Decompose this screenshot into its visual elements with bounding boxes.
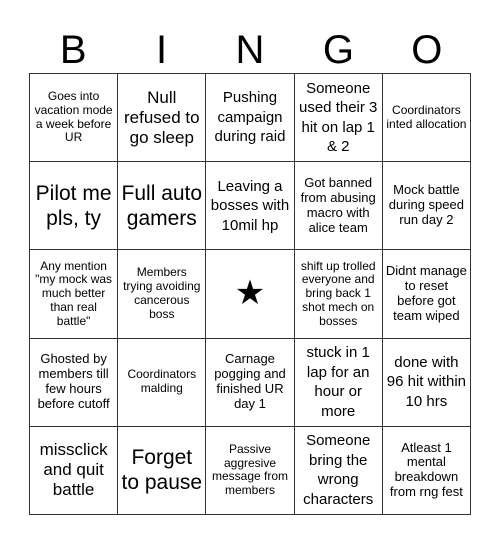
bingo-cell-r3c1[interactable]: Any mention "my mock was much better tha… — [30, 250, 119, 339]
bingo-card: Goes into vacation mode a week before UR… — [29, 73, 471, 515]
bingo-cell-r4c5[interactable]: done with 96 hit within 10 hrs — [382, 338, 471, 427]
header-letter-b: B — [59, 28, 87, 72]
bingo-cell-r4c3[interactable]: Carnage pogging and finished UR day 1 — [206, 338, 295, 427]
bingo-cell-r4c2[interactable]: Coordinators malding — [118, 338, 207, 427]
header-letter-i: I — [156, 28, 168, 72]
bingo-cell-r2c1[interactable]: Pilot me pls, ty — [30, 162, 119, 251]
bingo-cell-r2c5[interactable]: Mock battle during speed run day 2 — [382, 162, 471, 251]
header-letter-n: N — [235, 28, 265, 72]
bingo-cell-r5c5[interactable]: Atleast 1 mental breakdown from rng fest — [382, 426, 471, 515]
bingo-cell-r2c4[interactable]: Got banned from abusing macro with alice… — [294, 162, 383, 251]
bingo-cell-r3c5[interactable]: Didnt manage to reset before got team wi… — [382, 250, 471, 339]
bingo-cell-r5c2[interactable]: Forget to pause — [118, 426, 207, 515]
bingo-cell-r1c4[interactable]: Someone used their 3 hit on lap 1 & 2 — [294, 74, 383, 163]
header-letter-g: G — [322, 28, 354, 72]
bingo-cell-r5c3[interactable]: Passive aggresive message from members — [206, 426, 295, 515]
bingo-cell-r4c1[interactable]: Ghosted by members till few hours before… — [30, 338, 119, 427]
bingo-cell-r1c2[interactable]: Null refused to go sleep — [118, 74, 207, 163]
bingo-cell-r1c1[interactable]: Goes into vacation mode a week before UR — [30, 74, 119, 163]
bingo-cell-r3c4[interactable]: shift up trolled everyone and bring back… — [294, 250, 383, 339]
bingo-cell-r5c1[interactable]: missclick and quit battle — [30, 426, 119, 515]
bingo-cell-r1c5[interactable]: Coordinators inted allocation — [382, 74, 471, 163]
header-letter-o: O — [411, 28, 443, 72]
bingo-cell-r5c4[interactable]: Someone bring the wrong characters — [294, 426, 383, 515]
free-space-star-icon[interactable]: ★ — [206, 250, 295, 339]
bingo-cell-r2c3[interactable]: Leaving a bosses with 10mil hp — [206, 162, 295, 251]
bingo-cell-r4c4[interactable]: stuck in 1 lap for an hour or more — [294, 338, 383, 427]
bingo-header: B I N G O — [29, 28, 471, 73]
bingo-cell-r1c3[interactable]: Pushing campaign during raid — [206, 74, 295, 163]
bingo-cell-r3c2[interactable]: Members trying avoiding cancerous boss — [118, 250, 207, 339]
bingo-cell-r2c2[interactable]: Full auto gamers — [118, 162, 207, 251]
